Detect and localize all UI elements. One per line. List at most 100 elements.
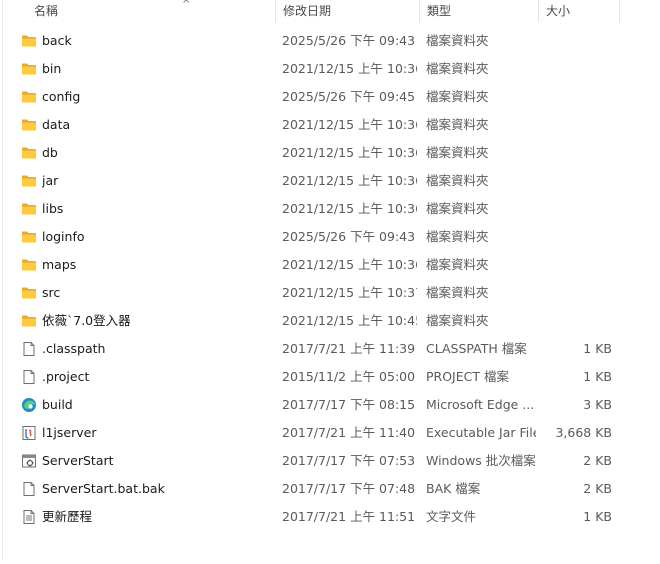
file-modified-date: 2017/7/17 下午 07:48 bbox=[282, 481, 416, 496]
column-resize-handle[interactable] bbox=[419, 0, 420, 22]
file-name: 依薇ˋ7.0登入器 bbox=[42, 313, 131, 328]
file-list-row[interactable]: l1jserver 2017/7/21 上午 11:40 Executable Ja… bbox=[0, 419, 620, 447]
column-resize-handle[interactable] bbox=[275, 0, 276, 22]
file-size: 1 KB bbox=[583, 341, 612, 356]
file-list-row[interactable]: back 2025/5/26 下午 09:43 檔案資料夾 bbox=[0, 27, 620, 55]
file-type: 檔案資料夾 bbox=[426, 313, 489, 328]
file-modified-date: 2025/5/26 下午 09:43 bbox=[282, 229, 416, 244]
file-list-row[interactable]: maps 2021/12/15 上午 10:36 檔案資料夾 bbox=[0, 251, 620, 279]
file-modified-date: 2017/7/21 上午 11:51 bbox=[282, 509, 416, 524]
file-type: 檔案資料夾 bbox=[426, 285, 489, 300]
file-name: libs bbox=[42, 201, 64, 216]
file-name: src bbox=[42, 285, 61, 300]
file-list-row[interactable]: data 2021/12/15 上午 10:36 檔案資料夾 bbox=[0, 111, 620, 139]
file-list-row[interactable]: .classpath 2017/7/21 上午 11:39 CLASSPATH 檔案… bbox=[0, 335, 620, 363]
file-list-row[interactable]: config 2025/5/26 下午 09:45 檔案資料夾 bbox=[0, 83, 620, 111]
file-size bbox=[540, 111, 612, 139]
file-modified-date: 2017/7/17 下午 08:15 bbox=[282, 397, 416, 412]
column-header-bar: 名稱 ^ 修改日期 類型 大小 bbox=[0, 0, 660, 22]
folder-icon bbox=[21, 173, 37, 189]
file-type: 檔案資料夾 bbox=[426, 117, 489, 132]
column-header-name[interactable]: 名稱 ^ bbox=[34, 0, 264, 22]
file-name: config bbox=[42, 89, 81, 104]
file-modified-date: 2025/5/26 下午 09:45 bbox=[282, 89, 416, 104]
file-type: 檔案資料夾 bbox=[426, 61, 489, 76]
file-modified-date: 2021/12/15 上午 10:36 bbox=[282, 117, 417, 132]
file-size bbox=[540, 279, 612, 307]
file-type: BAK 檔案 bbox=[426, 481, 481, 496]
file-type: 檔案資料夾 bbox=[426, 257, 489, 272]
file-size bbox=[540, 55, 612, 83]
file-type: PROJECT 檔案 bbox=[426, 369, 509, 384]
file-list-row[interactable]: loginfo 2025/5/26 下午 09:43 檔案資料夾 bbox=[0, 223, 620, 251]
file-type: CLASSPATH 檔案 bbox=[426, 341, 527, 356]
file-modified-date: 2017/7/21 上午 11:40 bbox=[282, 425, 416, 440]
file-name: maps bbox=[42, 257, 77, 272]
file-name: l1jserver bbox=[42, 425, 97, 440]
file-modified-date: 2021/12/15 上午 10:36 bbox=[282, 145, 417, 160]
column-resize-handle[interactable] bbox=[538, 0, 539, 22]
file-modified-date: 2021/12/15 上午 10:37 bbox=[282, 285, 417, 300]
file-modified-date: 2017/7/21 上午 11:39 bbox=[282, 341, 416, 356]
file-list-row[interactable]: db 2021/12/15 上午 10:36 檔案資料夾 bbox=[0, 139, 620, 167]
file-size bbox=[540, 307, 612, 335]
file-modified-date: 2021/12/15 上午 10:36 bbox=[282, 173, 417, 188]
file-name: .classpath bbox=[42, 341, 106, 356]
file-size: 2 KB bbox=[583, 453, 612, 468]
file-icon bbox=[21, 369, 37, 385]
file-list-row[interactable]: bin 2021/12/15 上午 10:36 檔案資料夾 bbox=[0, 55, 620, 83]
file-list-row[interactable]: build 2017/7/17 下午 08:15 Microsoft Edge ..… bbox=[0, 391, 620, 419]
file-list-row[interactable]: ServerStart 2017/7/17 下午 07:53 Windows 批次檔… bbox=[0, 447, 620, 475]
column-header-modified[interactable]: 修改日期 bbox=[283, 0, 413, 22]
file-list-row[interactable]: 更新歷程 2017/7/21 上午 11:51 文字文件 1 KB bbox=[0, 503, 620, 531]
file-name: loginfo bbox=[42, 229, 85, 244]
file-list-row[interactable]: .project 2015/11/2 上午 05:00 PROJECT 檔案 1 KB bbox=[0, 363, 620, 391]
file-type: Windows 批次檔案 bbox=[426, 453, 536, 468]
file-list-row[interactable]: jar 2021/12/15 上午 10:36 檔案資料夾 bbox=[0, 167, 620, 195]
file-name: 更新歷程 bbox=[42, 509, 93, 524]
file-explorer-details-view: 名稱 ^ 修改日期 類型 大小 back 2025/5/26 下午 09:43 檔案… bbox=[0, 0, 660, 564]
file-icon bbox=[21, 481, 37, 497]
file-modified-date: 2017/7/17 下午 07:53 bbox=[282, 453, 416, 468]
file-list-row[interactable]: 依薇ˋ7.0登入器 2021/12/15 上午 10:45 檔案資料夾 bbox=[0, 307, 620, 335]
file-list-row[interactable]: src 2021/12/15 上午 10:37 檔案資料夾 bbox=[0, 279, 620, 307]
column-header-type[interactable]: 類型 bbox=[427, 0, 532, 22]
file-list-row[interactable]: ServerStart.bat.bak 2017/7/17 下午 07:48 BAK… bbox=[0, 475, 620, 503]
file-icon bbox=[21, 341, 37, 357]
edge-icon bbox=[21, 397, 37, 413]
file-type: 檔案資料夾 bbox=[426, 201, 489, 216]
file-type: Executable Jar File bbox=[426, 425, 536, 440]
file-size bbox=[540, 223, 612, 251]
file-list-row[interactable]: libs 2021/12/15 上午 10:36 檔案資料夾 bbox=[0, 195, 620, 223]
folder-icon bbox=[21, 257, 37, 273]
file-name: build bbox=[42, 397, 73, 412]
folder-icon bbox=[21, 89, 37, 105]
jar-icon bbox=[21, 425, 37, 441]
file-size: 1 KB bbox=[583, 509, 612, 524]
folder-icon bbox=[21, 285, 37, 301]
file-modified-date: 2021/12/15 上午 10:45 bbox=[282, 313, 417, 328]
folder-icon bbox=[21, 145, 37, 161]
folder-icon bbox=[21, 313, 37, 329]
file-name: ServerStart.bat.bak bbox=[42, 481, 165, 496]
text-file-icon bbox=[21, 509, 37, 525]
file-name: .project bbox=[42, 369, 90, 384]
file-name: data bbox=[42, 117, 71, 132]
file-type: Microsoft Edge ... bbox=[426, 397, 535, 412]
column-header-modified-label: 修改日期 bbox=[283, 4, 332, 18]
column-header-size[interactable]: 大小 bbox=[546, 0, 616, 22]
file-modified-date: 2025/5/26 下午 09:43 bbox=[282, 33, 416, 48]
folder-icon bbox=[21, 117, 37, 133]
file-size: 1 KB bbox=[583, 369, 612, 384]
file-type: 檔案資料夾 bbox=[426, 33, 489, 48]
file-name: ServerStart bbox=[42, 453, 114, 468]
file-type: 檔案資料夾 bbox=[426, 89, 489, 104]
sort-ascending-icon: ^ bbox=[182, 0, 191, 10]
folder-icon bbox=[21, 229, 37, 245]
batch-icon bbox=[21, 453, 37, 469]
column-header-name-label: 名稱 bbox=[34, 4, 59, 18]
file-name: jar bbox=[42, 173, 59, 188]
column-resize-handle[interactable] bbox=[619, 0, 620, 22]
folder-icon bbox=[21, 61, 37, 77]
column-header-type-label: 類型 bbox=[427, 4, 452, 18]
